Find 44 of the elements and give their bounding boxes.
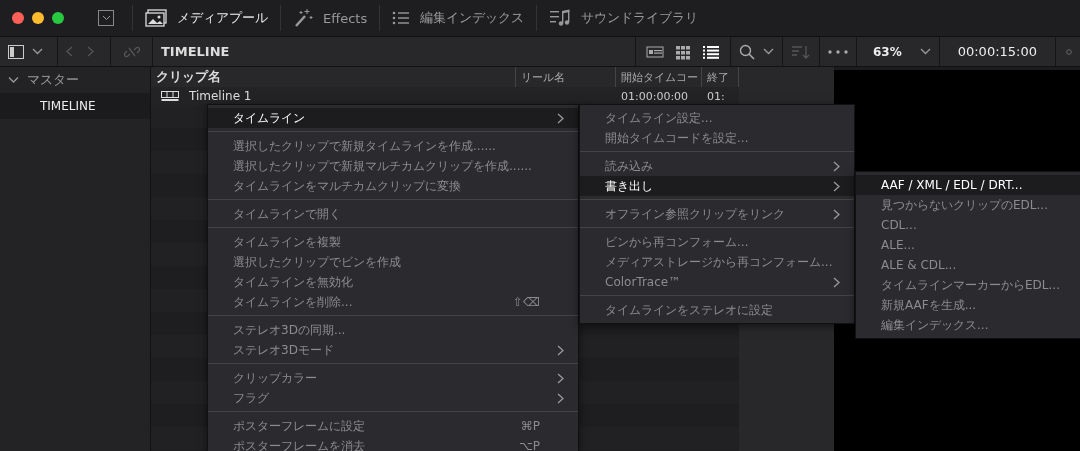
view-mode-button[interactable]: [645, 43, 664, 60]
toolbar-tab[interactable]: 編集インデックス: [380, 0, 537, 36]
search-icon[interactable]: [738, 43, 755, 60]
chevron-down-icon: [101, 15, 111, 21]
image-icon: [145, 9, 167, 27]
submenu-chevron-icon: [557, 372, 564, 384]
submenu-chevron-icon: [833, 160, 840, 172]
close-button[interactable]: [12, 12, 24, 24]
submenu-chevron-icon: [557, 392, 564, 404]
sidebar-item[interactable]: TIMELINE: [0, 93, 150, 119]
clip-name: Timeline 1: [189, 89, 252, 103]
music-list-icon: [549, 9, 572, 27]
view-mode-button[interactable]: [673, 43, 692, 60]
minimize-button[interactable]: [32, 12, 44, 24]
sidebar-item[interactable]: マスター: [27, 71, 79, 89]
submenu-chevron-icon: [557, 112, 564, 124]
timecode: 00:00:15:00: [956, 44, 1038, 59]
submenu-chevron-icon: [557, 344, 564, 356]
dropdown-button[interactable]: [98, 10, 114, 26]
submenu-chevron-icon: [833, 180, 840, 192]
submenu-chevron-icon: [833, 276, 840, 288]
menu-item[interactable]: AAF / XML / EDL / DRT...: [856, 175, 1080, 195]
submenu-chevron-icon: [833, 208, 840, 220]
list-icon: [392, 10, 411, 26]
chevron-down-icon[interactable]: [32, 48, 43, 55]
toolbar-tab[interactable]: メディアプール: [133, 0, 280, 36]
sidebar-toggle-icon[interactable]: [8, 44, 24, 59]
toolbar-tab[interactable]: サウンドライブラリ: [537, 0, 711, 36]
menu-item[interactable]: タイムライン: [208, 108, 578, 128]
chevron-down-icon[interactable]: [762, 48, 774, 55]
menu-item[interactable]: 書き出し: [580, 176, 854, 196]
more-icon[interactable]: [827, 49, 848, 54]
bin-title: TIMELINE: [161, 44, 230, 59]
table-cell: 01:00:00:00: [621, 89, 689, 103]
magic-wand-icon: [293, 8, 313, 28]
table-cell: 01:: [707, 89, 725, 103]
disclosure-chevron-icon[interactable]: [8, 76, 19, 84]
zoom-level[interactable]: 63%: [856, 44, 912, 59]
timeline-icon: [161, 90, 179, 102]
dot-icon: [1066, 48, 1072, 55]
toolbar-tab[interactable]: Effects: [281, 0, 380, 36]
zoom-button[interactable]: [52, 12, 64, 24]
view-mode-button[interactable]: [701, 43, 720, 60]
chevron-down-icon[interactable]: [919, 48, 931, 55]
